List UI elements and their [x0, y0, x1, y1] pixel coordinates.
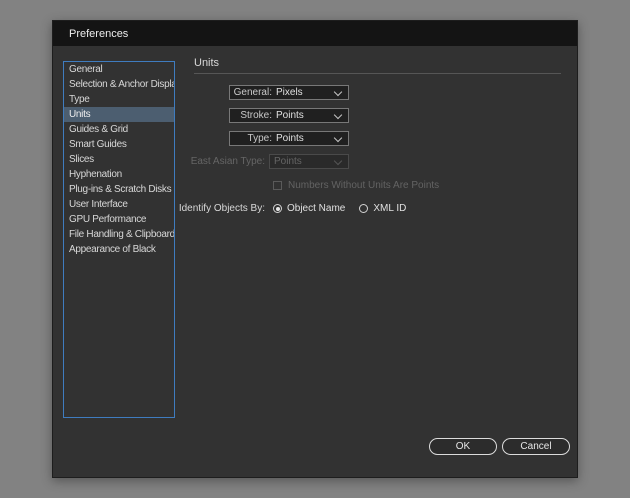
radio-selected-icon	[273, 204, 282, 213]
ok-button[interactable]: OK	[429, 438, 497, 455]
sidebar-item-appearance-of-black[interactable]: Appearance of Black	[64, 242, 174, 257]
identify-objects-radio-group: Object Name XML ID	[273, 201, 406, 216]
general-units-dropdown[interactable]: General: Pixels	[229, 85, 349, 100]
general-units-dropdown-label: General:	[233, 87, 272, 98]
sidebar-item-hyphenation[interactable]: Hyphenation	[64, 167, 174, 182]
chevron-down-icon	[333, 87, 343, 97]
sidebar-item-plugins-scratch-disks[interactable]: Plug-ins & Scratch Disks	[64, 182, 174, 197]
stroke-units-dropdown-label: Stroke:	[240, 110, 272, 121]
radio-xml-id-label: XML ID	[373, 203, 407, 214]
panel-divider	[194, 73, 561, 74]
preferences-dialog: Preferences General Selection & Anchor D…	[52, 20, 578, 478]
stroke-units-dropdown-value: Points	[276, 110, 304, 121]
sidebar-item-selection-anchor-display[interactable]: Selection & Anchor Display	[64, 77, 174, 92]
east-asian-type-dropdown-value: Points	[274, 156, 302, 167]
numbers-without-units-checkbox-row: Numbers Without Units Are Points	[273, 178, 439, 193]
chevron-down-icon	[333, 110, 343, 120]
radio-object-name-label: Object Name	[287, 203, 346, 214]
sidebar-item-guides-grid[interactable]: Guides & Grid	[64, 122, 174, 137]
dialog-title: Preferences	[69, 27, 129, 40]
type-units-dropdown[interactable]: Type: Points	[229, 131, 349, 146]
east-asian-type-dropdown: Points	[269, 154, 349, 169]
radio-unselected-icon	[359, 204, 369, 213]
general-units-dropdown-value: Pixels	[276, 87, 303, 98]
type-units-dropdown-label: Type:	[247, 133, 272, 144]
type-units-dropdown-value: Points	[276, 133, 304, 144]
identify-objects-by-label: Identify Objects By:	[178, 203, 265, 214]
sidebar-item-file-handling-clipboard[interactable]: File Handling & Clipboard	[64, 227, 174, 242]
sidebar-item-smart-guides[interactable]: Smart Guides	[64, 137, 174, 152]
checkbox-icon	[273, 181, 282, 190]
radio-xml-id[interactable]: XML ID	[359, 203, 406, 214]
cancel-button[interactable]: Cancel	[502, 438, 570, 455]
stroke-units-dropdown[interactable]: Stroke: Points	[229, 108, 349, 123]
chevron-down-icon	[333, 156, 343, 166]
radio-object-name[interactable]: Object Name	[273, 203, 345, 214]
preferences-category-list: General Selection & Anchor Display Type …	[63, 61, 175, 418]
numbers-without-units-checkbox-label: Numbers Without Units Are Points	[288, 180, 440, 191]
east-asian-type-dropdown-label: East Asian Type:	[190, 156, 265, 167]
panel-title: Units	[194, 57, 220, 69]
chevron-down-icon	[333, 133, 343, 143]
dialog-titlebar[interactable]: Preferences	[53, 21, 577, 46]
sidebar-item-general[interactable]: General	[64, 62, 174, 77]
sidebar-item-type[interactable]: Type	[64, 92, 174, 107]
sidebar-item-units[interactable]: Units	[64, 107, 174, 122]
